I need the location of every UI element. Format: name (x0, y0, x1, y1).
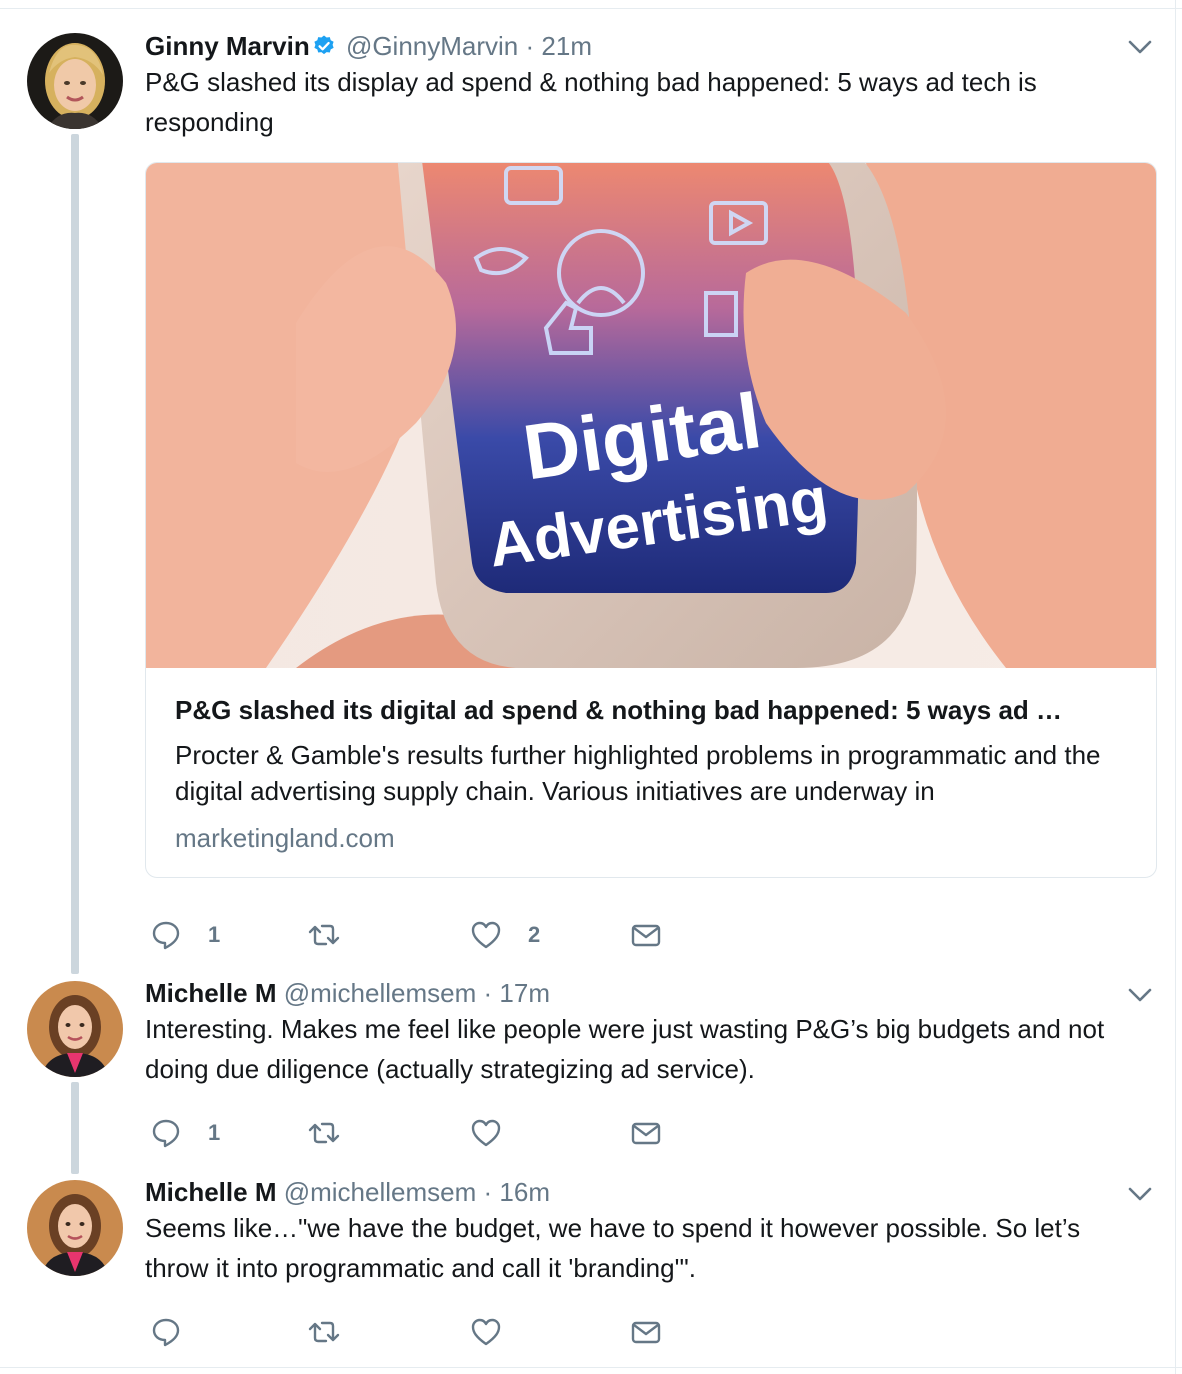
tweet-ginny-marvin[interactable]: Ginny Marvin @GinnyMarvin · 21m P&G slas… (0, 30, 1176, 960)
author-handle[interactable]: @michellemsem (284, 978, 477, 1008)
tweet-header: Ginny Marvin @GinnyMarvin · 21m (145, 30, 592, 65)
retweet-icon (308, 1321, 340, 1343)
right-border (1175, 0, 1182, 1374)
card-title[interactable]: P&G slashed its digital ad spend & nothi… (175, 693, 1135, 727)
author-name[interactable]: Michelle M (145, 1177, 276, 1207)
tweet-actions: 1 2 (150, 917, 710, 953)
reply-icon (152, 921, 180, 950)
tweet-michelle-m-reply-1[interactable]: Michelle M @michellemsem · 17m Interesti… (0, 977, 1176, 1167)
direct-message-icon (631, 1321, 661, 1344)
author-name[interactable]: Ginny Marvin (145, 31, 310, 61)
tweet-text: P&G slashed its display ad spend & nothi… (145, 67, 1037, 137)
tweet-text: Seems like…"we have the budget, we have … (145, 1213, 1081, 1283)
like-button[interactable]: 2 (470, 917, 540, 953)
reply-count: 1 (208, 922, 221, 947)
reply-button[interactable]: 1 (150, 917, 220, 953)
avatar[interactable] (27, 33, 123, 129)
direct-message-button[interactable] (630, 1115, 662, 1151)
like-button[interactable] (470, 1314, 502, 1350)
chevron-down-icon[interactable] (1125, 1179, 1155, 1209)
avatar[interactable] (27, 1180, 123, 1276)
reply-button[interactable]: 1 (150, 1115, 220, 1151)
tweet-actions (150, 1314, 710, 1350)
separator-dot: · (483, 978, 493, 1008)
reply-count: 1 (208, 1120, 221, 1145)
tweet-timestamp[interactable]: 17m (499, 978, 550, 1008)
direct-message-icon (631, 924, 661, 947)
reply-icon (152, 1119, 180, 1148)
author-handle[interactable]: @GinnyMarvin (346, 31, 518, 61)
tweet-text: Interesting. Makes me feel like people w… (145, 1014, 1105, 1084)
like-button[interactable] (470, 1115, 502, 1151)
separator-dot: · (525, 31, 535, 61)
separator-dot: · (483, 1177, 493, 1207)
tweet-actions: 1 (150, 1115, 710, 1151)
chevron-down-icon[interactable] (1125, 32, 1155, 62)
retweet-button[interactable] (308, 917, 340, 953)
retweet-icon (308, 1122, 340, 1144)
tweet-timestamp[interactable]: 16m (499, 1177, 550, 1207)
like-icon (471, 1318, 501, 1346)
like-icon (471, 1119, 501, 1147)
reply-button[interactable] (150, 1314, 182, 1350)
like-icon (471, 921, 501, 949)
author-handle[interactable]: @michellemsem (284, 1177, 477, 1207)
retweet-button[interactable] (308, 1314, 340, 1350)
direct-message-button[interactable] (630, 1314, 662, 1350)
retweet-icon (308, 924, 340, 946)
chevron-down-icon[interactable] (1125, 980, 1155, 1010)
tweet-header: Michelle M @michellemsem · 17m (145, 977, 550, 1009)
link-card[interactable]: Digital Advertising P&G slashed its digi… (145, 162, 1157, 878)
like-count: 2 (528, 922, 541, 947)
top-border (0, 0, 1182, 9)
card-domain[interactable]: marketingland.com (175, 821, 395, 855)
author-name[interactable]: Michelle M (145, 978, 276, 1008)
bottom-border (0, 1367, 1182, 1374)
card-image: Digital Advertising (146, 163, 1156, 668)
tweet-michelle-m-reply-2[interactable]: Michelle M @michellemsem · 16m Seems lik… (0, 1176, 1176, 1366)
verified-badge-icon (312, 33, 336, 65)
tweet-header: Michelle M @michellemsem · 16m (145, 1176, 550, 1208)
tweet-timestamp[interactable]: 21m (541, 31, 592, 61)
direct-message-button[interactable] (630, 917, 662, 953)
retweet-button[interactable] (308, 1115, 340, 1151)
card-description: Procter & Gamble's results further highl… (175, 740, 1101, 806)
direct-message-icon (631, 1122, 661, 1145)
reply-icon (152, 1318, 180, 1347)
avatar[interactable] (27, 981, 123, 1077)
